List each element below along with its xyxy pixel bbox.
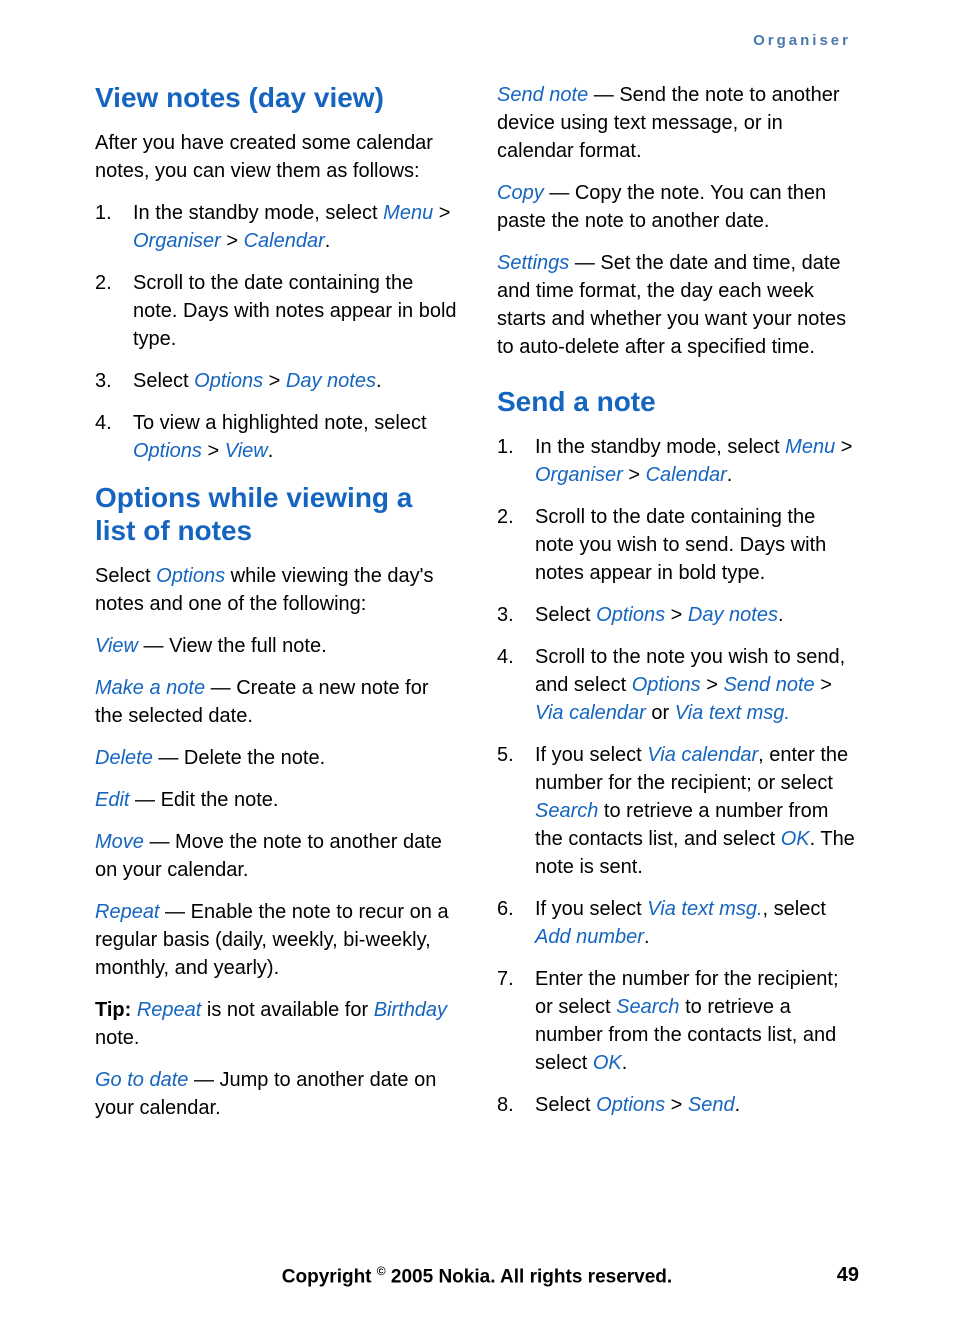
view-term: View xyxy=(225,440,268,462)
day-notes-term: Day notes xyxy=(688,604,778,626)
option-make-note: Make a note — Create a new note for the … xyxy=(95,674,457,730)
list-item: Select Options > Day notes. xyxy=(95,367,457,395)
page-footer: Copyright © 2005 Nokia. All rights reser… xyxy=(0,1264,954,1288)
settings-term: Settings xyxy=(497,252,569,274)
delete-term: Delete xyxy=(95,747,153,769)
option-move: Move — Move the note to another date on … xyxy=(95,828,457,884)
send-note-term: Send note xyxy=(723,674,814,696)
calendar-term: Calendar xyxy=(646,464,727,486)
copy-term: Copy xyxy=(497,182,544,204)
organiser-term: Organiser xyxy=(133,230,221,252)
option-edit: Edit — Edit the note. xyxy=(95,786,457,814)
list-item: Scroll to the date containing the note y… xyxy=(497,503,859,587)
via-text-msg-term: Via text msg. xyxy=(675,702,790,724)
heading-options-list: Options while viewing a list of notes xyxy=(95,481,457,548)
list-item: Scroll to the date containing the note. … xyxy=(95,269,457,353)
view-term: View xyxy=(95,635,138,657)
options-term: Options xyxy=(596,1094,665,1116)
copyright-text: Copyright © 2005 Nokia. All rights reser… xyxy=(282,1264,672,1288)
list-item: In the standby mode, select Menu > Organ… xyxy=(95,199,457,255)
via-calendar-term: Via calendar xyxy=(535,702,646,724)
options-term: Options xyxy=(596,604,665,626)
birthday-term: Birthday xyxy=(374,999,447,1021)
calendar-term: Calendar xyxy=(244,230,325,252)
list-item: If you select Via text msg., select Add … xyxy=(497,895,859,951)
view-notes-steps: In the standby mode, select Menu > Organ… xyxy=(95,199,457,465)
list-item: In the standby mode, select Menu > Organ… xyxy=(497,433,859,489)
list-item: Select Options > Send. xyxy=(497,1091,859,1119)
list-item: To view a highlighted note, select Optio… xyxy=(95,409,457,465)
organiser-term: Organiser xyxy=(535,464,623,486)
repeat-term: Repeat xyxy=(137,999,202,1021)
add-number-term: Add number xyxy=(535,926,644,948)
option-goto-date: Go to date — Jump to another date on you… xyxy=(95,1066,457,1122)
content-columns: View notes (day view) After you have cre… xyxy=(95,81,859,1136)
edit-term: Edit xyxy=(95,789,129,811)
option-view: View — View the full note. xyxy=(95,632,457,660)
ok-term: OK xyxy=(781,828,810,850)
page-number: 49 xyxy=(837,1264,859,1287)
options-term: Options xyxy=(632,674,701,696)
option-copy: Copy — Copy the note. You can then paste… xyxy=(497,179,859,235)
option-delete: Delete — Delete the note. xyxy=(95,744,457,772)
via-text-msg-term: Via text msg. xyxy=(647,898,762,920)
option-settings: Settings — Set the date and time, date a… xyxy=(497,249,859,361)
via-calendar-term: Via calendar xyxy=(647,744,758,766)
option-repeat: Repeat — Enable the note to recur on a r… xyxy=(95,898,457,982)
options-term: Options xyxy=(156,565,225,587)
make-note-term: Make a note xyxy=(95,677,205,699)
intro-paragraph: After you have created some calendar not… xyxy=(95,129,457,185)
search-term: Search xyxy=(535,800,598,822)
list-item: Scroll to the note you wish to send, and… xyxy=(497,643,859,727)
header-section-label: Organiser xyxy=(95,32,859,49)
options-term: Options xyxy=(133,440,202,462)
left-column: View notes (day view) After you have cre… xyxy=(95,81,457,1136)
menu-term: Menu xyxy=(383,202,433,224)
day-notes-term: Day notes xyxy=(286,370,376,392)
ok-term: OK xyxy=(593,1052,622,1074)
list-item: If you select Via calendar, enter the nu… xyxy=(497,741,859,881)
options-intro: Select Options while viewing the day's n… xyxy=(95,562,457,618)
repeat-term: Repeat xyxy=(95,901,160,923)
options-term: Options xyxy=(194,370,263,392)
heading-send-note: Send a note xyxy=(497,385,859,419)
list-item: Enter the number for the recipient; or s… xyxy=(497,965,859,1077)
heading-view-notes: View notes (day view) xyxy=(95,81,457,115)
right-column: Send note — Send the note to another dev… xyxy=(497,81,859,1136)
move-term: Move xyxy=(95,831,144,853)
send-term: Send xyxy=(688,1094,735,1116)
tip-paragraph: Tip: Repeat is not available for Birthda… xyxy=(95,996,457,1052)
send-note-steps: In the standby mode, select Menu > Organ… xyxy=(497,433,859,1119)
search-term: Search xyxy=(616,996,679,1018)
send-note-term: Send note xyxy=(497,84,588,106)
menu-term: Menu xyxy=(785,436,835,458)
goto-date-term: Go to date xyxy=(95,1069,188,1091)
list-item: Select Options > Day notes. xyxy=(497,601,859,629)
option-send-note: Send note — Send the note to another dev… xyxy=(497,81,859,165)
